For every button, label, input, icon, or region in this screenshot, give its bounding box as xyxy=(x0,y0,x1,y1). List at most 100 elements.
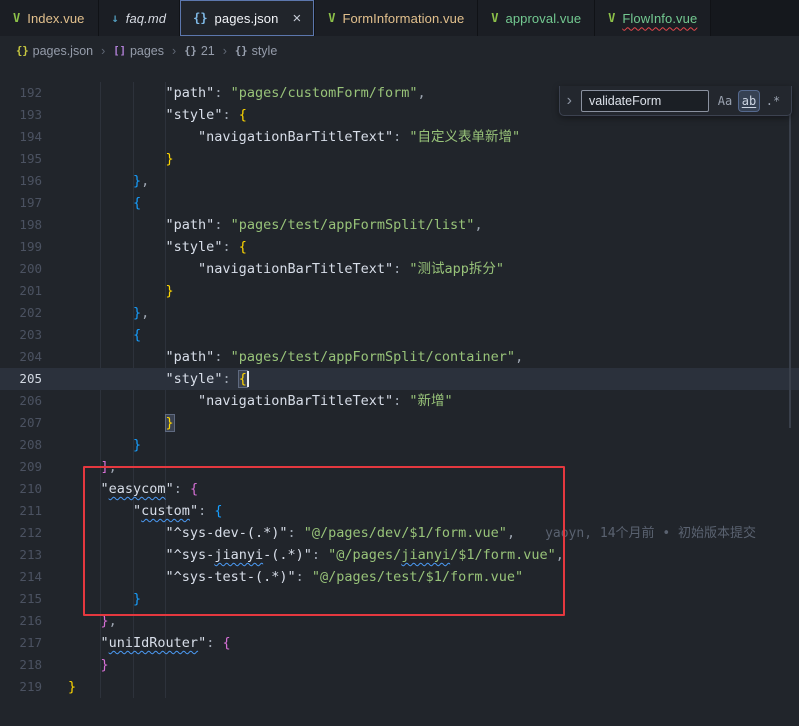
line-content[interactable]: } xyxy=(68,434,799,456)
breadcrumb-label: pages xyxy=(130,44,164,58)
line-number[interactable]: 203 xyxy=(0,324,68,346)
code-line-208: 208 } xyxy=(0,434,799,456)
tab-forminformation-vue[interactable]: VFormInformation.vue xyxy=(315,0,478,36)
line-number[interactable]: 200 xyxy=(0,258,68,280)
line-content[interactable]: }, xyxy=(68,302,799,324)
code-line-216: 216 }, xyxy=(0,610,799,632)
code-token xyxy=(68,481,101,497)
line-content[interactable]: "navigationBarTitleText": "测试app拆分" xyxy=(68,258,799,280)
code-token: } xyxy=(133,305,141,321)
breadcrumb-item-pages[interactable]: []pages xyxy=(113,44,164,58)
code-token xyxy=(68,107,166,123)
code-line-209: 209 ], xyxy=(0,456,799,478)
tab-faq-md[interactable]: ↓faq.md xyxy=(99,0,181,36)
tab-label: FlowInfo.vue xyxy=(622,11,697,26)
line-content[interactable]: "^sys-test-(.*)": "@/pages/test/$1/form.… xyxy=(68,566,799,588)
line-number[interactable]: 210 xyxy=(0,478,68,500)
line-number[interactable]: 204 xyxy=(0,346,68,368)
line-number[interactable]: 192 xyxy=(0,82,68,104)
breadcrumb-item-21[interactable]: {}21 xyxy=(184,44,215,58)
close-icon[interactable]: × xyxy=(292,11,301,26)
line-number[interactable]: 198 xyxy=(0,214,68,236)
code-token: , xyxy=(474,217,482,233)
symbol-icon: {} xyxy=(184,45,197,57)
toggle-replace-chevron-icon[interactable]: › xyxy=(564,92,575,110)
line-number[interactable]: 215 xyxy=(0,588,68,610)
line-content[interactable]: }, xyxy=(68,170,799,192)
code-token: "path" xyxy=(166,85,215,101)
line-number[interactable]: 217 xyxy=(0,632,68,654)
code-token xyxy=(68,569,166,585)
line-content[interactable]: "^sys-jianyi-(.*)": "@/pages/jianyi/$1/f… xyxy=(68,544,799,566)
line-number[interactable]: 206 xyxy=(0,390,68,412)
breadcrumb-item-style[interactable]: {}style xyxy=(235,44,277,58)
line-content[interactable]: } xyxy=(68,654,799,676)
line-number[interactable]: 216 xyxy=(0,610,68,632)
code-line-200: 200 "navigationBarTitleText": "测试app拆分" xyxy=(0,258,799,280)
line-number[interactable]: 211 xyxy=(0,500,68,522)
line-content[interactable]: } xyxy=(68,588,799,610)
line-number[interactable]: 207 xyxy=(0,412,68,434)
line-number[interactable]: 209 xyxy=(0,456,68,478)
match-case-toggle[interactable]: Aa xyxy=(715,91,735,111)
code-token: { xyxy=(214,503,222,519)
line-number[interactable]: 212 xyxy=(0,522,68,544)
find-input[interactable] xyxy=(581,90,709,112)
line-number[interactable]: 196 xyxy=(0,170,68,192)
line-number[interactable]: 219 xyxy=(0,676,68,698)
regex-toggle[interactable]: .* xyxy=(763,91,783,111)
line-number[interactable]: 195 xyxy=(0,148,68,170)
line-number[interactable]: 205 xyxy=(0,368,68,390)
code-token: easycom xyxy=(109,481,166,497)
code-token: ] xyxy=(101,459,109,475)
line-content[interactable]: "path": "pages/test/appFormSplit/contain… xyxy=(68,346,799,368)
json-file-icon: {} xyxy=(193,11,207,25)
whole-word-toggle[interactable]: ab xyxy=(739,91,759,111)
line-content[interactable]: } xyxy=(68,280,799,302)
code-token xyxy=(68,239,166,255)
line-content[interactable]: } xyxy=(68,412,799,434)
line-content[interactable]: { xyxy=(68,324,799,346)
tab-approval-vue[interactable]: Vapproval.vue xyxy=(478,0,595,36)
code-token: : xyxy=(222,107,238,123)
line-content[interactable]: "^sys-dev-(.*)": "@/pages/dev/$1/form.vu… xyxy=(68,522,799,544)
line-number[interactable]: 201 xyxy=(0,280,68,302)
find-toggles: Aaab.* xyxy=(715,91,783,111)
line-content[interactable]: "custom": { xyxy=(68,500,799,522)
code-token xyxy=(68,591,133,607)
code-line-198: 198 "path": "pages/test/appFormSplit/lis… xyxy=(0,214,799,236)
line-content[interactable]: "navigationBarTitleText": "新增" xyxy=(68,390,799,412)
line-number[interactable]: 213 xyxy=(0,544,68,566)
line-number[interactable]: 194 xyxy=(0,126,68,148)
code-token xyxy=(68,437,133,453)
line-number[interactable]: 193 xyxy=(0,104,68,126)
line-number[interactable]: 218 xyxy=(0,654,68,676)
line-content[interactable]: "path": "pages/test/appFormSplit/list", xyxy=(68,214,799,236)
line-content[interactable]: } xyxy=(68,676,799,698)
code-token: : xyxy=(393,129,409,145)
tab-flowinfo-vue[interactable]: VFlowInfo.vue xyxy=(595,0,711,36)
line-number[interactable]: 208 xyxy=(0,434,68,456)
line-number[interactable]: 199 xyxy=(0,236,68,258)
line-content[interactable]: "style": { xyxy=(68,236,799,258)
code-line-210: 210 "easycom": { xyxy=(0,478,799,500)
line-content[interactable]: { xyxy=(68,192,799,214)
code-token: "style" xyxy=(166,107,223,123)
line-number[interactable]: 197 xyxy=(0,192,68,214)
tab-index-vue[interactable]: VIndex.vue xyxy=(0,0,99,36)
line-content[interactable]: "uniIdRouter": { xyxy=(68,632,799,654)
line-content[interactable]: } xyxy=(68,148,799,170)
line-number[interactable]: 202 xyxy=(0,302,68,324)
breadcrumb: {}pages.json›[]pages›{}21›{}style xyxy=(0,36,799,66)
line-content[interactable]: "style": { xyxy=(68,368,799,390)
line-number[interactable]: 214 xyxy=(0,566,68,588)
code-token: " xyxy=(190,503,198,519)
line-content[interactable]: "navigationBarTitleText": "自定义表单新增" xyxy=(68,126,799,148)
breadcrumb-label: pages.json xyxy=(33,44,93,58)
tab-pages-json[interactable]: {}pages.json× xyxy=(180,0,315,36)
breadcrumb-item-pages.json[interactable]: {}pages.json xyxy=(16,44,93,58)
line-content[interactable]: "easycom": { xyxy=(68,478,799,500)
line-content[interactable]: }, xyxy=(68,610,799,632)
line-content[interactable]: ], xyxy=(68,456,799,478)
code-token xyxy=(68,635,101,651)
